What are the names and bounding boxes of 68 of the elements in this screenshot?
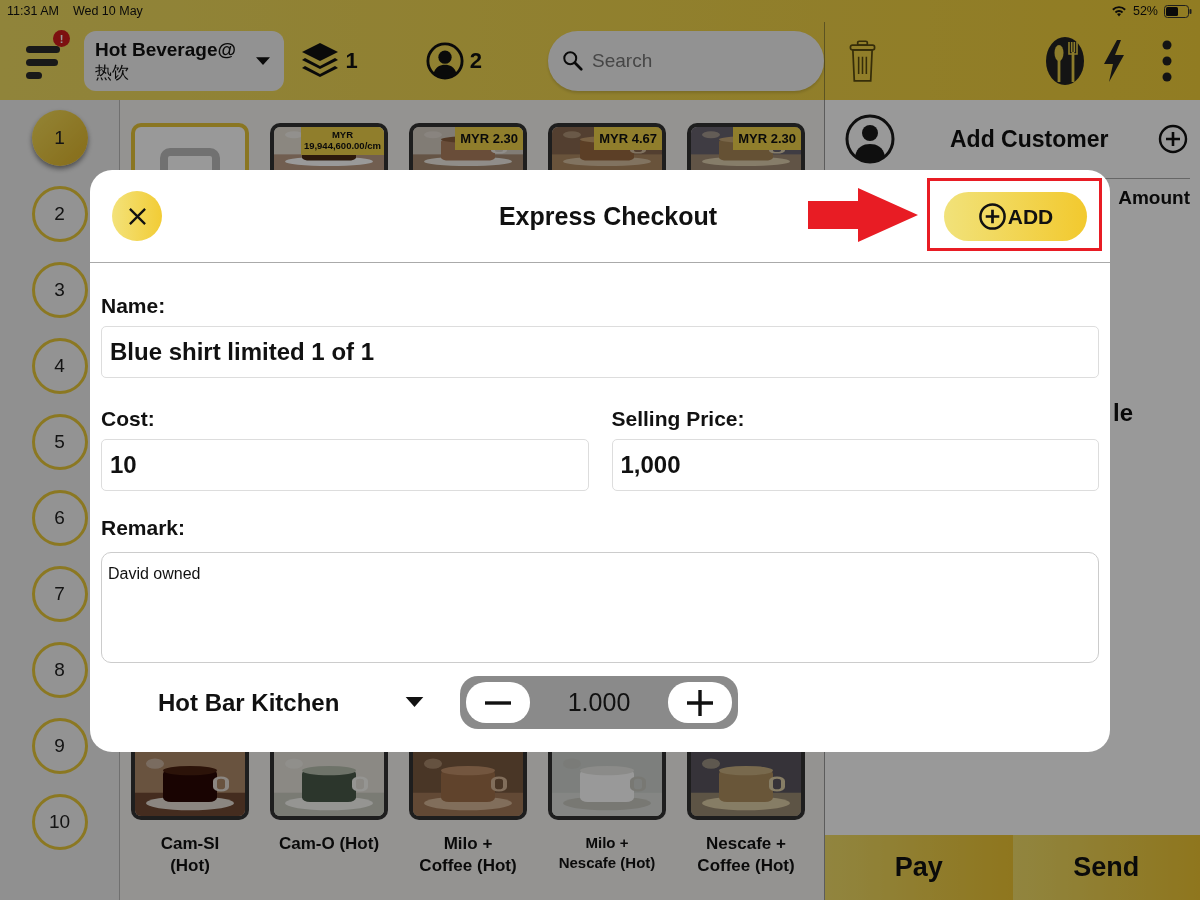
seat-button[interactable]: 2 [31,186,88,242]
product-name: Cam-O (Hot) [277,833,381,855]
plus-icon [685,687,715,718]
cost-field[interactable]: 10 [101,439,589,491]
product-tile[interactable]: MYR 2.30 [687,123,805,170]
person-icon[interactable] [425,42,464,80]
plus-circle-icon [977,202,1007,231]
name-field[interactable]: Blue shirt limited 1 of 1 [101,326,1099,378]
price-tag: MYR 2.30 [455,127,523,150]
price-tag: MYR 2.30 [733,127,801,150]
action-button[interactable]: Pay [825,835,1013,900]
category-dropdown[interactable]: Hot Beverage@ 热饮 [84,31,284,91]
caret-icon [405,697,424,708]
column-header: Amount [1118,187,1190,209]
add-customer-label[interactable]: Add Customer [950,125,1109,153]
price-tag: MYR 19,944,600.00/cm [300,127,384,155]
seat-button[interactable]: 3 [31,262,88,318]
price-field[interactable]: 1,000 [611,439,1099,491]
seat-button[interactable]: 1 [31,110,88,166]
product-tile[interactable]: MYR 2.30 [409,123,527,170]
action-button[interactable]: Send [1012,835,1200,900]
product-name: Nescafe + Coffee (Hot) [696,833,796,878]
seat-button[interactable]: 9 [31,718,88,774]
notification-badge: ! [53,30,70,47]
guest-count: 2 [469,48,482,74]
seat-button[interactable]: 7 [31,566,88,622]
spoon-fork-icon[interactable] [1045,36,1085,86]
status-date: Wed 10 May [72,4,143,18]
trash-icon[interactable] [849,39,876,83]
product-tile[interactable]: MYR 19,944,600.00/cm [270,123,388,170]
lightning-icon[interactable] [1102,40,1126,82]
dialog-title: Express Checkout [498,201,718,231]
caret-icon [255,56,270,66]
add-icon[interactable] [1158,124,1188,154]
close-button[interactable] [112,191,162,241]
printer-dropdown[interactable]: Hot Bar Kitchen [158,688,424,717]
field-label: Cost: [101,406,155,432]
avatar-icon [845,114,895,164]
layers-count: 1 [345,48,358,74]
minus-icon [483,700,513,705]
search-field[interactable]: Search [548,31,824,91]
plus-button[interactable] [668,682,732,723]
empty-message: le [1113,399,1133,426]
wifi-icon [1110,5,1127,17]
seat-button[interactable]: 5 [31,414,88,470]
minus-button[interactable] [466,682,530,723]
quantity-value: 1.000 [566,688,632,717]
product-name: Milo + Coffee (Hot) [418,833,518,878]
seat-button[interactable]: 6 [31,490,88,546]
field-label: Remark: [101,515,186,541]
product-name: Milo + Nescafe (Hot) [557,833,657,872]
search-icon [562,50,584,72]
seat-button[interactable]: 8 [31,642,88,698]
more-icon[interactable] [1162,40,1172,82]
seat-button[interactable]: 4 [31,338,88,394]
price-tag: MYR 4.67 [594,127,662,150]
status-time: 11:31 AM [7,4,59,18]
product-name: Cam-SI (Hot) [159,833,221,878]
image-placeholder-icon [160,148,220,170]
battery-icon [1164,4,1192,18]
remark-field[interactable]: David owned [101,552,1099,663]
field-label: Name: [101,293,166,319]
product-tile[interactable]: MYR 4.67 [548,123,666,170]
add-button[interactable]: ADD [944,192,1087,241]
battery-percent: 52% [1132,4,1158,18]
field-label: Selling Price: [611,406,745,432]
close-icon [127,206,147,226]
seat-button[interactable]: 10 [31,794,88,850]
